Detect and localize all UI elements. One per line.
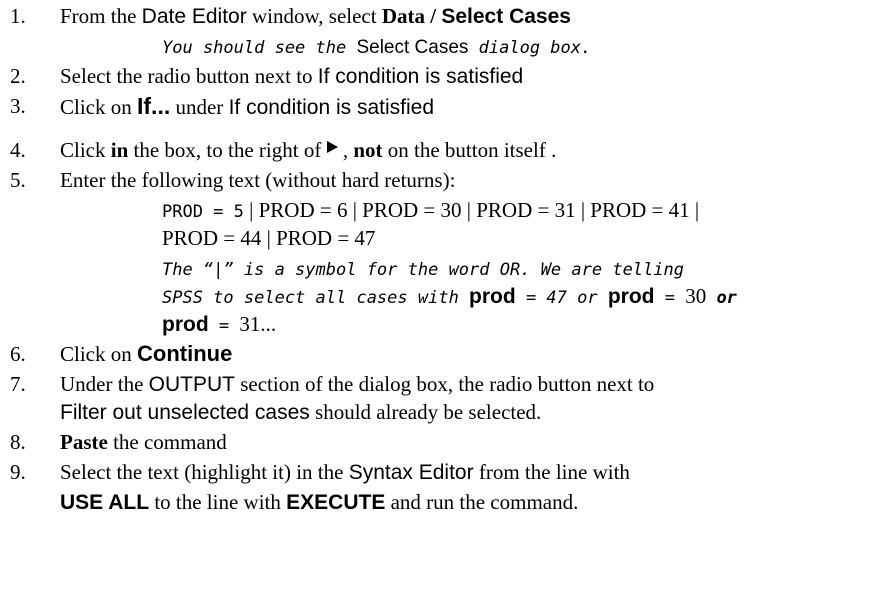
option-if-condition: If condition is satisfied	[317, 65, 524, 88]
note-line-3: prod = 31...	[162, 312, 277, 336]
step-9-continued: USE ALL to the line with EXECUTE and run…	[60, 490, 579, 514]
step-number: 1.	[10, 4, 26, 28]
instructions-document: 1. From the Date Editor window, select D…	[10, 4, 737, 514]
step-7-continued: Filter out unselected cases should alrea…	[60, 400, 542, 424]
code-line-1: PROD = 5 | PROD = 6 | PROD = 30 | PROD =…	[162, 198, 700, 222]
note-line-2: SPSS to select all cases with prod = 47 …	[162, 284, 737, 308]
continue-button-label: Continue	[137, 341, 233, 366]
step-1-note: You should see the Select Cases dialog b…	[162, 37, 592, 58]
paste-label: Paste	[60, 430, 108, 454]
arrow-right-icon	[326, 141, 338, 153]
menu-data: Data	[381, 4, 426, 28]
if-button-label: If...	[137, 93, 171, 119]
code-line-2: PROD = 44 | PROD = 47	[162, 226, 376, 250]
window-name: Date Editor	[141, 5, 247, 28]
menu-select-cases: Select Cases	[441, 5, 571, 28]
note-line-1: The “|” is a symbol for the word OR. We …	[162, 260, 684, 280]
